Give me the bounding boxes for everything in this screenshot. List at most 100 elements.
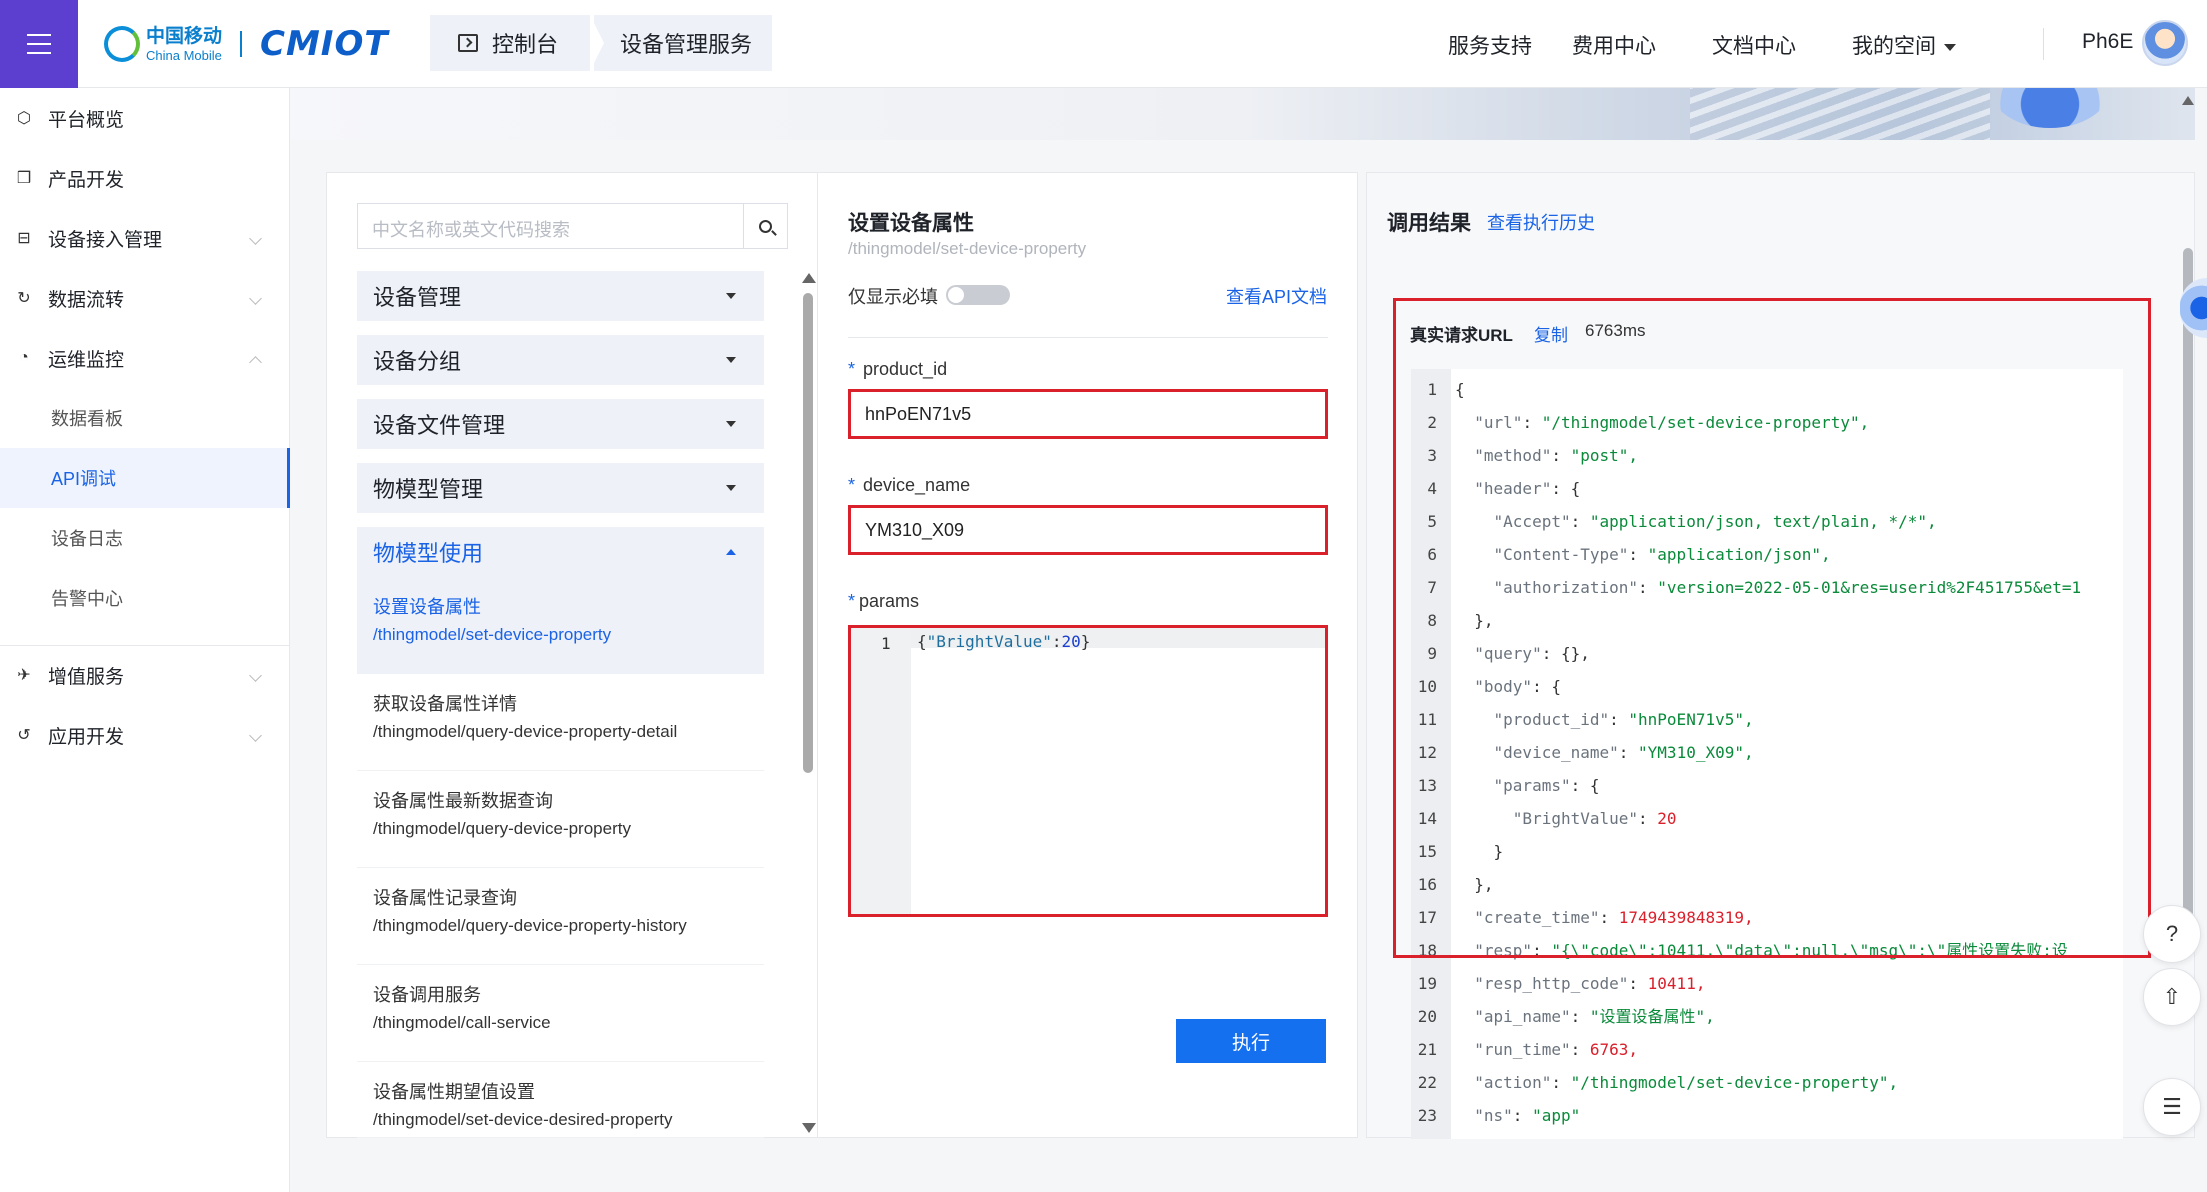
caret-down-icon <box>726 485 736 491</box>
json-line-content: "resp_http_code": 10411, <box>1474 974 1706 993</box>
form-path: /thingmodel/set-device-property <box>848 239 1087 258</box>
china-mobile-logo: 中国移动 China Mobile <box>104 26 222 62</box>
api-item-set-desired-property[interactable]: 设备属性期望值设置 /thingmodel/set-device-desired… <box>357 1062 764 1138</box>
feedback-button[interactable]: ☰ <box>2143 1078 2201 1136</box>
device-name-label: * device_name <box>848 475 970 496</box>
logo-en-text: China Mobile <box>146 47 222 63</box>
result-highlight-box <box>1393 298 2151 958</box>
form-divider <box>848 337 1328 338</box>
username[interactable]: Ph6E <box>2082 30 2133 54</box>
avatar[interactable] <box>2142 20 2188 66</box>
category-device-group[interactable]: 设备分组 <box>357 335 764 385</box>
api-item-property-history[interactable]: 设备属性记录查询 /thingmodel/query-device-proper… <box>357 868 764 965</box>
api-item-call-service[interactable]: 设备调用服务 /thingmodel/call-service <box>357 965 764 1062</box>
params-value: 20 <box>1061 632 1081 651</box>
caret-up-icon <box>726 549 736 555</box>
sidebar: ⬡ 平台概览 ❒ 产品开发 ⊟ 设备接入管理 ↻ 数据流转 ◔ 运维监控 数据看… <box>0 88 290 1192</box>
nav-docs-center[interactable]: 文档中心 <box>1712 30 1796 60</box>
product-id-input[interactable]: hnPoEN71v5 <box>848 389 1328 439</box>
json-line-content: "ns": "app" <box>1474 1106 1581 1125</box>
json-line-number: 22 <box>1417 1073 1437 1092</box>
category-thing-model-use[interactable]: 物模型使用 <box>357 527 764 577</box>
api-item-query-property[interactable]: 设备属性最新数据查询 /thingmodel/query-device-prop… <box>357 771 764 868</box>
sidebar-item-data-flow[interactable]: ↻ 数据流转 <box>0 268 290 328</box>
logo[interactable]: 中国移动 China Mobile CMIOT <box>104 22 389 66</box>
nav-service-support[interactable]: 服务支持 <box>1448 30 1532 60</box>
api-search-input[interactable]: 中文名称或英文代码搜索 <box>357 203 743 249</box>
scroll-up-arrow-icon[interactable] <box>2182 96 2194 105</box>
category-thing-model-mgmt[interactable]: 物模型管理 <box>357 463 764 513</box>
sidebar-item-label: 运维监控 <box>48 349 125 371</box>
crumb-device-management[interactable]: 设备管理服务 <box>594 15 772 71</box>
sidebar-item-overview[interactable]: ⬡ 平台概览 <box>0 88 290 148</box>
required-asterisk: * <box>848 591 856 611</box>
sidebar-item-product-dev[interactable]: ❒ 产品开发 <box>0 148 290 208</box>
chevron-down-icon <box>249 232 262 245</box>
sidebar-item-app-dev[interactable]: ↺ 应用开发 <box>0 705 290 765</box>
json-line: 23 "ns": "app" <box>1411 1099 2123 1132</box>
page-scrollbar[interactable] <box>2182 88 2194 1192</box>
category-device-management[interactable]: 设备管理 <box>357 271 764 321</box>
editor-gutter <box>851 628 911 914</box>
sidebar-item-device-access[interactable]: ⊟ 设备接入管理 <box>0 208 290 268</box>
sidebar-item-label: 产品开发 <box>48 169 125 191</box>
api-item-path: /thingmodel/query-device-property-histor… <box>373 916 687 935</box>
category-label: 设备管理 <box>373 285 462 310</box>
api-list-panel: 中文名称或英文代码搜索 设备管理 设备分组 设备文件管理 物模型管理 物模型使用… <box>326 172 818 1138</box>
required-only-toggle[interactable] <box>946 285 1010 305</box>
execute-button[interactable]: 执行 <box>1176 1019 1326 1063</box>
banner <box>290 88 2195 140</box>
api-item-path: /thingmodel/query-device-property <box>373 819 631 838</box>
result-title: 调用结果 <box>1387 212 1471 235</box>
scroll-thumb[interactable] <box>2183 248 2193 918</box>
execution-history-link[interactable]: 查看执行历史 <box>1487 209 1595 235</box>
category-label: 设备分组 <box>373 349 462 374</box>
help-button[interactable]: ? <box>2143 905 2201 963</box>
device-name-input[interactable]: YM310_X09 <box>848 505 1328 555</box>
sidebar-item-value-added[interactable]: ✈ 增值服务 <box>0 645 290 705</box>
nav-my-space-label: 我的空间 <box>1852 35 1936 58</box>
hamburger-menu-button[interactable] <box>0 0 78 88</box>
sidebar-item-label: 应用开发 <box>48 726 125 748</box>
chevron-up-icon <box>249 356 262 369</box>
app-dev-icon: ↺ <box>17 727 31 744</box>
api-list-scrollbar[interactable] <box>801 273 816 1133</box>
api-item-set-device-property[interactable]: 设置设备属性 /thingmodel/set-device-property <box>357 577 764 674</box>
api-doc-link[interactable]: 查看API文档 <box>1226 283 1327 309</box>
search-button[interactable] <box>743 203 788 249</box>
chevron-down-icon <box>249 669 262 682</box>
api-item-name: 设置设备属性 <box>373 597 481 617</box>
json-line-number: 20 <box>1417 1007 1437 1026</box>
params-label: * params <box>848 591 919 612</box>
crumb-console[interactable]: 控制台 <box>430 15 590 71</box>
scroll-up-arrow-icon[interactable] <box>802 273 816 283</box>
params-code-editor[interactable]: 1 {"BrightValue":20} <box>848 625 1328 917</box>
api-item-query-property-detail[interactable]: 获取设备属性详情 /thingmodel/query-device-proper… <box>357 674 764 771</box>
required-only-label: 仅显示必填 <box>848 287 938 307</box>
sidebar-sub-device-log[interactable]: 设备日志 <box>0 508 290 568</box>
scroll-thumb[interactable] <box>803 293 813 773</box>
overview-icon: ⬡ <box>17 110 31 127</box>
required-asterisk: * <box>848 359 856 379</box>
params-label-text: params <box>859 591 920 611</box>
caret-down-icon <box>1944 43 1956 51</box>
top-bar: 中国移动 China Mobile CMIOT 控制台 设备管理服务 服务支持 … <box>0 0 2207 88</box>
api-item-path: /thingmodel/query-device-property-detail <box>373 722 678 741</box>
params-code: {"BrightValue":20} <box>917 632 1091 651</box>
sidebar-item-label: 平台概览 <box>48 109 125 131</box>
sidebar-item-ops-monitor[interactable]: ◔ 运维监控 <box>0 328 290 388</box>
china-mobile-logo-icon <box>104 26 140 62</box>
sidebar-sub-dashboard[interactable]: 数据看板 <box>0 388 290 448</box>
json-line-content: "action": "/thingmodel/set-device-proper… <box>1474 1073 1899 1092</box>
scroll-down-arrow-icon[interactable] <box>802 1123 816 1133</box>
product-id-label: * product_id <box>848 359 947 380</box>
nav-my-space[interactable]: 我的空间 <box>1852 30 1956 60</box>
back-to-top-button[interactable]: ⇧ <box>2143 968 2201 1026</box>
nav-billing-center[interactable]: 费用中心 <box>1572 30 1656 60</box>
sidebar-item-label: 设备接入管理 <box>48 229 163 251</box>
json-line-number: 23 <box>1417 1106 1437 1125</box>
category-device-file[interactable]: 设备文件管理 <box>357 399 764 449</box>
sidebar-sub-api-debug[interactable]: API调试 <box>0 448 290 508</box>
sidebar-sub-alarm-center[interactable]: 告警中心 <box>0 568 290 628</box>
crumb-device-management-label: 设备管理服务 <box>620 32 753 57</box>
